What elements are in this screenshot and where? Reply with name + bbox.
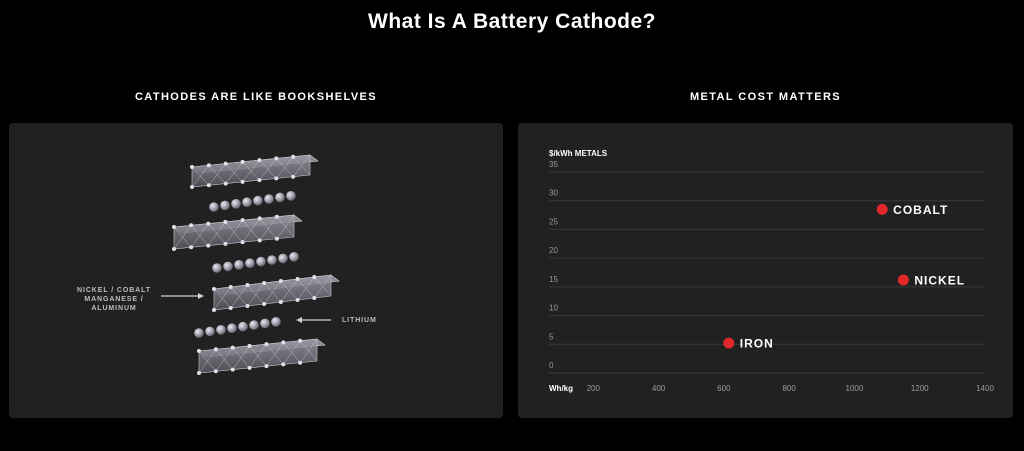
metals-label-line-1: NICKEL / COBALT	[77, 287, 151, 294]
left-section-title: CATHODES ARE LIKE BOOKSHELVES	[134, 91, 378, 103]
x-tick-label: 1400	[976, 384, 994, 393]
page-title: What Is A Battery Cathode?	[368, 10, 656, 33]
lithium-ion	[216, 325, 226, 335]
y-tick-label: 0	[549, 361, 554, 370]
lithium-ion	[223, 261, 233, 272]
metal-oxide-layer	[190, 154, 319, 189]
x-tick-label: 600	[717, 384, 731, 393]
x-tick-label: 1200	[911, 384, 929, 393]
metals-label-line-2: MANGANESE /	[84, 296, 144, 303]
cathode-illustration-panel: NICKEL / COBALT MANGANESE / ALUMINUM LIT…	[9, 123, 503, 418]
lithium-ion	[256, 256, 266, 267]
lithium-label: LITHIUM	[342, 317, 377, 324]
lithium-ion	[245, 258, 255, 268]
y-axis-label: $/kWh METALS	[549, 149, 608, 158]
lithium-ion	[289, 252, 299, 262]
y-tick-label: 15	[549, 275, 558, 284]
y-tick-label: 25	[549, 217, 558, 226]
x-tick-label: 400	[652, 384, 666, 393]
right-section-title: METAL COST MATTERS	[689, 91, 842, 103]
lithium-ion	[220, 200, 230, 211]
y-tick-label: 35	[549, 160, 558, 169]
lithium-ion	[209, 202, 219, 212]
lithium-ion	[267, 255, 277, 265]
data-point-cobalt	[876, 203, 888, 215]
data-point-iron	[723, 337, 735, 349]
lithium-ion	[275, 192, 285, 203]
data-point-nickel	[897, 274, 909, 286]
metals-label-line-3: ALUMINUM	[91, 305, 137, 312]
metals-label: NICKEL / COBALT MANGANESE / ALUMINUM	[69, 286, 159, 313]
x-tick-label: 800	[782, 384, 796, 393]
metal-oxide-layer	[172, 214, 303, 251]
y-tick-label: 10	[549, 304, 558, 313]
lithium-ion	[286, 191, 296, 201]
x-tick-label: 1000	[846, 384, 864, 393]
metal-cost-chart-panel: $/kWh METALS Wh/kg 0 5 10 15 20 25 30 35 200 400…	[518, 123, 1013, 418]
lithium-ion	[234, 260, 244, 270]
data-label-nickel: NICKEL	[914, 273, 965, 287]
lithium-ion	[231, 199, 241, 209]
lithium-ion	[194, 328, 204, 338]
lithium-ion	[264, 194, 274, 204]
data-label-cobalt: COBALT	[893, 203, 948, 217]
lithium-ion	[271, 317, 281, 327]
x-axis-label: Wh/kg	[549, 384, 573, 393]
lithium-ion	[260, 318, 270, 329]
lithium-arrow-head	[296, 317, 302, 323]
metal-oxide-layer	[212, 274, 340, 312]
x-tick-label: 200	[587, 384, 601, 393]
data-label-iron: IRON	[740, 337, 774, 351]
lithium-ion	[205, 326, 215, 337]
y-tick-label: 5	[549, 332, 554, 341]
lithium-ion	[227, 323, 237, 333]
lithium-ion	[278, 253, 288, 264]
y-tick-label: 20	[549, 246, 558, 255]
lithium-ion	[249, 320, 259, 330]
lithium-ion	[242, 197, 252, 207]
metal-oxide-layer	[197, 338, 326, 375]
lithium-ion	[212, 263, 222, 273]
lithium-ion	[238, 321, 248, 332]
cathode-crystal-illustration	[161, 154, 340, 375]
lithium-ion	[253, 195, 263, 206]
metals-arrow-head	[198, 293, 204, 299]
y-tick-label: 30	[549, 189, 558, 198]
metal-cost-scatter-chart: $/kWh METALS Wh/kg 0 5 10 15 20 25 30 35 200 400…	[549, 149, 994, 393]
